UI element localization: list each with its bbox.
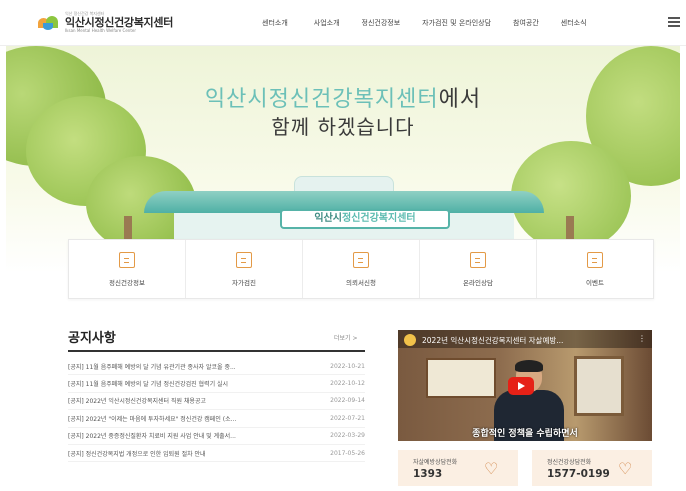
nav-item-center-news[interactable]: 센터소식 <box>561 18 587 28</box>
chat-icon <box>470 251 486 268</box>
quick-item-label: 자가검진 <box>232 278 256 287</box>
quick-item-label: 온라인상담 <box>463 278 493 287</box>
notice-item[interactable]: [공지] 2022년 익산시정신건강복지센터 직원 채용공고 2022-09-1… <box>68 393 365 411</box>
nav-item-center-intro[interactable]: 센터소개 <box>262 18 288 28</box>
hero-headline: 익산시정신건강복지센터에서 <box>6 81 680 113</box>
hamburger-icon[interactable] <box>668 17 680 27</box>
hotline-suicide-prevention[interactable]: 자살예방상담전화 1393 ♡ <box>398 450 518 486</box>
main-nav: 센터소개 사업소개 정신건강정보 자가검진 및 온라인상담 참여공간 센터소식 <box>262 18 587 28</box>
notice-item-date: 2022-10-21 <box>330 362 365 370</box>
notice-item-title: [공지] 2022년 중증정신질환자 치료비 지원 사업 안내 및 계출서... <box>68 433 236 441</box>
calendar-icon <box>587 251 603 268</box>
hotline-mental-health[interactable]: 정신건강상담전화 1577-0199 ♡ <box>532 450 652 486</box>
heart-icon: ♡ <box>618 459 633 478</box>
play-icon[interactable] <box>508 377 534 395</box>
building-sign: 익산시정신건강복지센터 <box>280 209 450 229</box>
notice-item-date: 2017-05-26 <box>330 449 365 457</box>
nav-item-self-test-online-counsel[interactable]: 자가검진 및 온라인상담 <box>422 18 491 28</box>
logo-text: 익산 정신건강 복지센터 익산시정신건강복지센터 Iksan Mental He… <box>65 12 173 33</box>
hero-subheadline: 함께 하겠습니다 <box>271 115 415 139</box>
notice-item-title: [공지] 정신건강복지법 개정으로 인한 입퇴원 절차 안내 <box>68 450 206 458</box>
channel-avatar[interactable] <box>404 334 416 346</box>
notice-list: [공지] 11월 음주폐해 예방의 달 기념 유관기관 종사자 알코올 중...… <box>68 358 365 463</box>
notice-item-date: 2022-03-29 <box>330 432 365 440</box>
notice-item[interactable]: [공지] 2022년 "이제는 마음에 투자하세요" 정신건강 캠페인 (소..… <box>68 410 365 428</box>
hotline-label: 정신건강상담전화 <box>547 459 592 466</box>
hero-highlight: 익산시정신건강복지센터 <box>204 87 439 112</box>
sign-part1: 익산시 <box>314 213 342 224</box>
quick-item-label: 정신건강정보 <box>109 278 145 287</box>
notice-divider <box>68 350 365 352</box>
video-scene-board <box>426 358 496 398</box>
video-player[interactable]: 2022년 익산시정신건강복지센터 자살예방... ⋮ 종합적인 정책을 수립하… <box>398 330 652 441</box>
site-logo[interactable]: 익산 정신건강 복지센터 익산시정신건강복지센터 Iksan Mental He… <box>38 12 173 33</box>
notice-item[interactable]: [공지] 11월 음주폐해 예방의 달 기념 유관기관 종사자 알코올 중...… <box>68 358 365 376</box>
hotline-number: 1577-0199 <box>547 468 610 480</box>
nav-item-participation[interactable]: 참여공간 <box>513 18 539 28</box>
quick-item-event[interactable]: 이벤트 <box>537 240 653 298</box>
hotline-label: 자살예방상담전화 <box>413 459 458 466</box>
quick-item-mental-health-info[interactable]: 정신건강정보 <box>69 240 186 298</box>
notice-item[interactable]: [공지] 2022년 중증정신질환자 치료비 지원 사업 안내 및 계출서...… <box>68 428 365 445</box>
monitor-icon <box>236 251 252 268</box>
logo-subtitle: Iksan Mental Health Welfare Center <box>65 28 136 33</box>
notice-title: 공지사항 <box>68 331 116 346</box>
notice-more-link[interactable]: 더보기 > <box>334 333 358 342</box>
video-scene-frame <box>574 356 624 416</box>
quick-item-label: 의뢰서신청 <box>346 278 376 287</box>
nav-item-business-intro[interactable]: 사업소개 <box>314 18 340 28</box>
clipboard-icon <box>119 251 135 268</box>
notice-item-date: 2022-10-12 <box>330 380 365 388</box>
nav-item-mental-health-info[interactable]: 정신건강정보 <box>362 18 401 28</box>
video-subtitle: 종합적인 정책을 수립하면서 <box>472 429 578 439</box>
heart-icon: ♡ <box>484 459 499 478</box>
hero-line1-suffix: 에서 <box>438 87 482 112</box>
document-icon <box>353 251 369 268</box>
hotline-number: 1393 <box>413 468 443 480</box>
site-header: 익산 정신건강 복지센터 익산시정신건강복지센터 Iksan Mental He… <box>0 0 686 46</box>
quick-item-referral-request[interactable]: 의뢰서신청 <box>303 240 420 298</box>
notice-item-title: [공지] 11월 음주폐해 예방의 달 기념 유관기관 종사자 알코올 중... <box>68 363 236 371</box>
quick-item-self-test[interactable]: 자가검진 <box>186 240 303 298</box>
notice-item-date: 2022-09-14 <box>330 397 365 405</box>
video-title[interactable]: 2022년 익산시정신건강복지센터 자살예방... <box>422 335 563 346</box>
notice-item-date: 2022-07-21 <box>330 414 365 422</box>
notice-item-title: [공지] 11월 음주폐해 예방의 달 기념 정신건강검진 협력기 실시 <box>68 381 229 389</box>
quick-item-label: 이벤트 <box>586 278 604 287</box>
logo-leaves-icon <box>38 15 60 30</box>
sign-part2: 정신건강복지센터 <box>342 213 416 224</box>
notice-item[interactable]: [공지] 정신건강복지법 개정으로 인한 입퇴원 절차 안내 2017-05-2… <box>68 445 365 463</box>
quick-menu: 정신건강정보 자가검진 의뢰서신청 온라인상담 이벤트 <box>68 239 654 299</box>
logo-title: 익산시정신건강복지센터 <box>65 16 174 29</box>
notice-item-title: [공지] 2022년 "이제는 마음에 투자하세요" 정신건강 캠페인 (소..… <box>68 415 237 423</box>
notice-item[interactable]: [공지] 11월 음주폐해 예방의 달 기념 정신건강검진 협력기 실시 202… <box>68 375 365 393</box>
more-options-icon[interactable]: ⋮ <box>638 334 646 343</box>
quick-item-online-counsel[interactable]: 온라인상담 <box>420 240 537 298</box>
notice-item-title: [공지] 2022년 익산시정신건강복지센터 직원 채용공고 <box>68 398 206 406</box>
